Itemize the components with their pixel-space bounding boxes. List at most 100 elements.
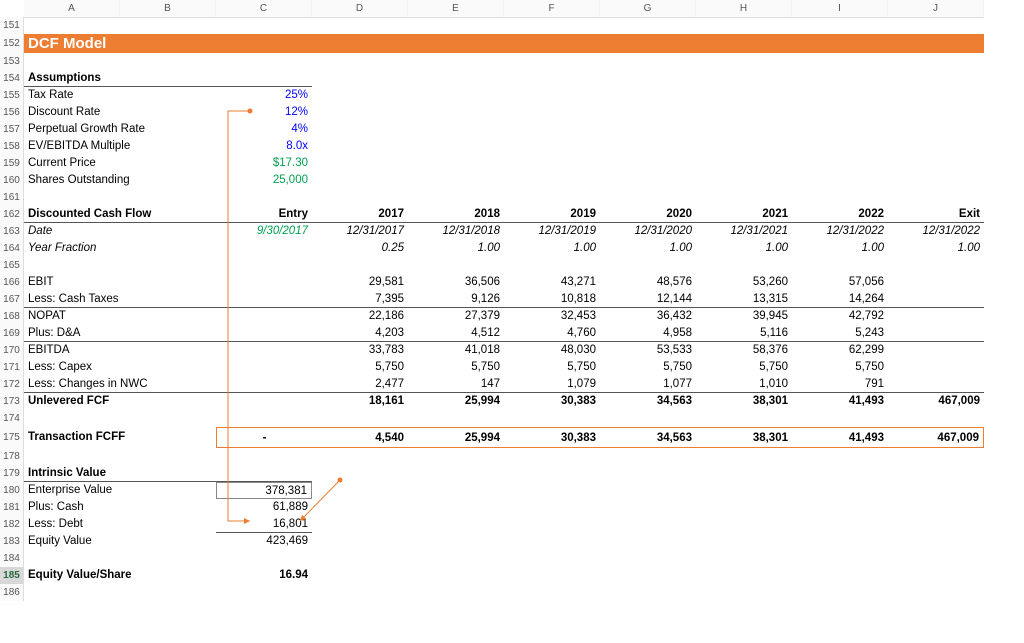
date-entry[interactable]: 9/30/2017 [216, 223, 312, 240]
uf-5[interactable]: 41,493 [792, 393, 888, 410]
row-header-172[interactable]: 172 [0, 376, 24, 393]
tf-entry[interactable]: - [216, 427, 312, 448]
col-header-H[interactable]: H [696, 0, 792, 18]
date-2019[interactable]: 12/31/2019 [504, 223, 600, 240]
yf-2019[interactable]: 1.00 [504, 240, 600, 257]
row-header-182[interactable]: 182 [0, 516, 24, 533]
da-2[interactable]: 4,760 [504, 325, 600, 342]
row-header-181[interactable]: 181 [0, 499, 24, 516]
row-header-158[interactable]: 158 [0, 138, 24, 155]
ebit-5[interactable]: 57,056 [792, 274, 888, 291]
yf-2021[interactable]: 1.00 [696, 240, 792, 257]
nw-3[interactable]: 1,077 [600, 376, 696, 393]
row-header-174[interactable]: 174 [0, 410, 24, 427]
da-4[interactable]: 5,116 [696, 325, 792, 342]
value-plus-cash[interactable]: 61,889 [216, 499, 312, 516]
tf-exit[interactable]: 467,009 [888, 427, 984, 448]
value-equity-value[interactable]: 423,469 [216, 533, 312, 550]
np-1[interactable]: 27,379 [408, 308, 504, 325]
date-exit[interactable]: 12/31/2022 [888, 223, 984, 240]
da-1[interactable]: 4,512 [408, 325, 504, 342]
tf-5[interactable]: 41,493 [792, 427, 888, 448]
da-5[interactable]: 5,243 [792, 325, 888, 342]
nw-4[interactable]: 1,010 [696, 376, 792, 393]
row-header-164[interactable]: 164 [0, 240, 24, 257]
row-header-154[interactable]: 154 [0, 70, 24, 87]
cx-5[interactable]: 5,750 [792, 359, 888, 376]
row-header-183[interactable]: 183 [0, 533, 24, 550]
eb-1[interactable]: 41,018 [408, 342, 504, 359]
row-header-160[interactable]: 160 [0, 172, 24, 189]
value-ev-ebitda[interactable]: 8.0x [216, 138, 312, 155]
np-0[interactable]: 22,186 [312, 308, 408, 325]
ebit-4[interactable]: 53,260 [696, 274, 792, 291]
row-header-171[interactable]: 171 [0, 359, 24, 376]
cx-3[interactable]: 5,750 [600, 359, 696, 376]
da-0[interactable]: 4,203 [312, 325, 408, 342]
col-header-C[interactable]: C [216, 0, 312, 18]
uf-exit[interactable]: 467,009 [888, 393, 984, 410]
yf-2020[interactable]: 1.00 [600, 240, 696, 257]
col-header-B[interactable]: B [120, 0, 216, 18]
date-2022[interactable]: 12/31/2022 [792, 223, 888, 240]
eb-4[interactable]: 58,376 [696, 342, 792, 359]
col-header-A[interactable]: A [24, 0, 120, 18]
da-3[interactable]: 4,958 [600, 325, 696, 342]
ct-0[interactable]: 7,395 [312, 291, 408, 308]
value-evps[interactable]: 16.94 [216, 567, 312, 584]
uf-0[interactable]: 18,161 [312, 393, 408, 410]
cx-0[interactable]: 5,750 [312, 359, 408, 376]
col-header-F[interactable]: F [504, 0, 600, 18]
cx-4[interactable]: 5,750 [696, 359, 792, 376]
eb-0[interactable]: 33,783 [312, 342, 408, 359]
row-header-157[interactable]: 157 [0, 121, 24, 138]
np-5[interactable]: 42,792 [792, 308, 888, 325]
date-2017[interactable]: 12/31/2017 [312, 223, 408, 240]
row-header-169[interactable]: 169 [0, 325, 24, 342]
ct-2[interactable]: 10,818 [504, 291, 600, 308]
row-header-180[interactable]: 180 [0, 482, 24, 499]
np-2[interactable]: 32,453 [504, 308, 600, 325]
row-header-163[interactable]: 163 [0, 223, 24, 240]
col-header-E[interactable]: E [408, 0, 504, 18]
np-3[interactable]: 36,432 [600, 308, 696, 325]
row-header-167[interactable]: 167 [0, 291, 24, 308]
value-less-debt[interactable]: 16,801 [216, 516, 312, 533]
row-header-151[interactable]: 151 [0, 17, 24, 34]
row-header-156[interactable]: 156 [0, 104, 24, 121]
row-header-166[interactable]: 166 [0, 274, 24, 291]
ct-3[interactable]: 12,144 [600, 291, 696, 308]
value-perp-growth[interactable]: 4% [216, 121, 312, 138]
ebit-1[interactable]: 36,506 [408, 274, 504, 291]
row-header-185[interactable]: 185 [0, 567, 24, 584]
tf-0[interactable]: 4,540 [312, 427, 408, 448]
col-header-G[interactable]: G [600, 0, 696, 18]
value-shares-out[interactable]: 25,000 [216, 172, 312, 189]
col-header-I[interactable]: I [792, 0, 888, 18]
row-header-153[interactable]: 153 [0, 53, 24, 70]
ct-4[interactable]: 13,315 [696, 291, 792, 308]
date-2021[interactable]: 12/31/2021 [696, 223, 792, 240]
cx-1[interactable]: 5,750 [408, 359, 504, 376]
row-header-170[interactable]: 170 [0, 342, 24, 359]
row-header-155[interactable]: 155 [0, 87, 24, 104]
tf-3[interactable]: 34,563 [600, 427, 696, 448]
ebit-3[interactable]: 48,576 [600, 274, 696, 291]
row-header-161[interactable]: 161 [0, 189, 24, 206]
nw-0[interactable]: 2,477 [312, 376, 408, 393]
value-enterprise-value[interactable]: 378,381 [216, 482, 312, 499]
nw-1[interactable]: 147 [408, 376, 504, 393]
eb-5[interactable]: 62,299 [792, 342, 888, 359]
row-header-162[interactable]: 162 [0, 206, 24, 223]
tf-1[interactable]: 25,994 [408, 427, 504, 448]
yf-2017[interactable]: 0.25 [312, 240, 408, 257]
row-header-168[interactable]: 168 [0, 308, 24, 325]
nw-5[interactable]: 791 [792, 376, 888, 393]
row-header-159[interactable]: 159 [0, 155, 24, 172]
row-header-165[interactable]: 165 [0, 257, 24, 274]
uf-2[interactable]: 30,383 [504, 393, 600, 410]
yf-exit[interactable]: 1.00 [888, 240, 984, 257]
ebit-2[interactable]: 43,271 [504, 274, 600, 291]
row-header-184[interactable]: 184 [0, 550, 24, 567]
uf-1[interactable]: 25,994 [408, 393, 504, 410]
